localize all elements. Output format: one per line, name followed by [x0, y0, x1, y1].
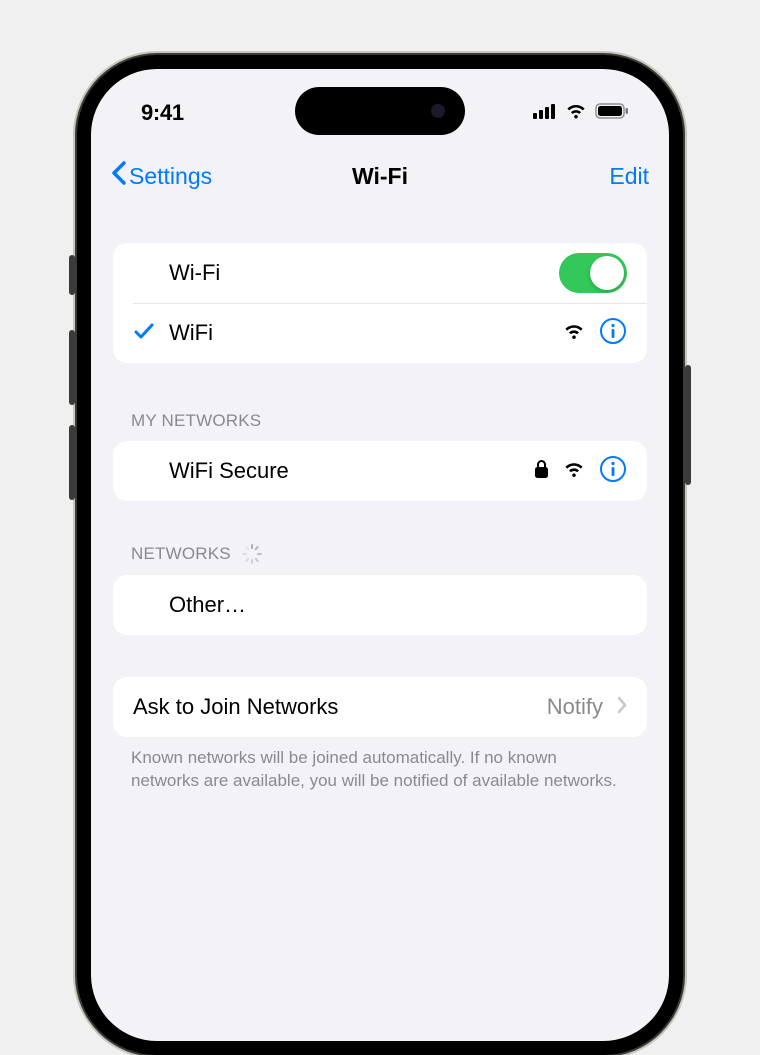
networks-header-label: Networks: [131, 544, 231, 564]
wifi-toggle-label: Wi-Fi: [169, 260, 559, 286]
checkmark-icon: [133, 320, 155, 347]
chevron-right-icon: [617, 696, 627, 719]
wifi-signal-icon: [563, 460, 585, 483]
status-icons: [533, 103, 629, 124]
my-networks-header: My Networks: [113, 411, 647, 441]
spinner-icon: [241, 543, 263, 565]
phone-frame: 9:41 Settings Wi-Fi: [77, 55, 683, 1055]
ask-to-join-group: Ask to Join Networks Notify: [113, 677, 647, 737]
ask-to-join-value: Notify: [547, 694, 603, 720]
networks-group: Other…: [113, 575, 647, 635]
ask-to-join-label: Ask to Join Networks: [133, 694, 547, 720]
dynamic-island: [295, 87, 465, 135]
connected-network-row[interactable]: WiFi: [113, 303, 647, 363]
wifi-toggle[interactable]: [559, 253, 627, 293]
wifi-signal-icon: [563, 322, 585, 345]
other-network-row[interactable]: Other…: [113, 575, 647, 635]
networks-header: Networks: [113, 543, 647, 575]
status-time: 9:41: [141, 100, 184, 126]
volume-up-button: [69, 330, 75, 405]
lock-icon: [534, 459, 549, 484]
back-label: Settings: [129, 163, 212, 190]
network-row[interactable]: WiFi Secure: [113, 441, 647, 501]
network-name: WiFi Secure: [169, 458, 534, 484]
wifi-toggle-row: Wi-Fi: [113, 243, 647, 303]
silence-switch: [69, 255, 75, 295]
content: Wi-Fi WiFi: [91, 205, 669, 793]
ask-to-join-footer: Known networks will be joined automatica…: [113, 737, 647, 793]
battery-icon: [595, 103, 629, 124]
back-button[interactable]: Settings: [111, 161, 212, 191]
nav-bar: Settings Wi-Fi Edit: [91, 147, 669, 205]
cellular-icon: [533, 103, 557, 124]
screen: 9:41 Settings Wi-Fi: [91, 69, 669, 1041]
ask-to-join-row[interactable]: Ask to Join Networks Notify: [113, 677, 647, 737]
info-icon[interactable]: [599, 455, 627, 488]
chevron-left-icon: [111, 161, 127, 191]
wifi-status-icon: [565, 103, 587, 124]
edit-button[interactable]: Edit: [609, 163, 649, 190]
info-icon[interactable]: [599, 317, 627, 350]
other-network-label: Other…: [169, 592, 627, 618]
my-networks-group: WiFi Secure: [113, 441, 647, 501]
power-button: [685, 365, 691, 485]
page-title: Wi-Fi: [352, 163, 408, 190]
volume-down-button: [69, 425, 75, 500]
wifi-main-group: Wi-Fi WiFi: [113, 243, 647, 363]
connected-network-name: WiFi: [169, 320, 563, 346]
